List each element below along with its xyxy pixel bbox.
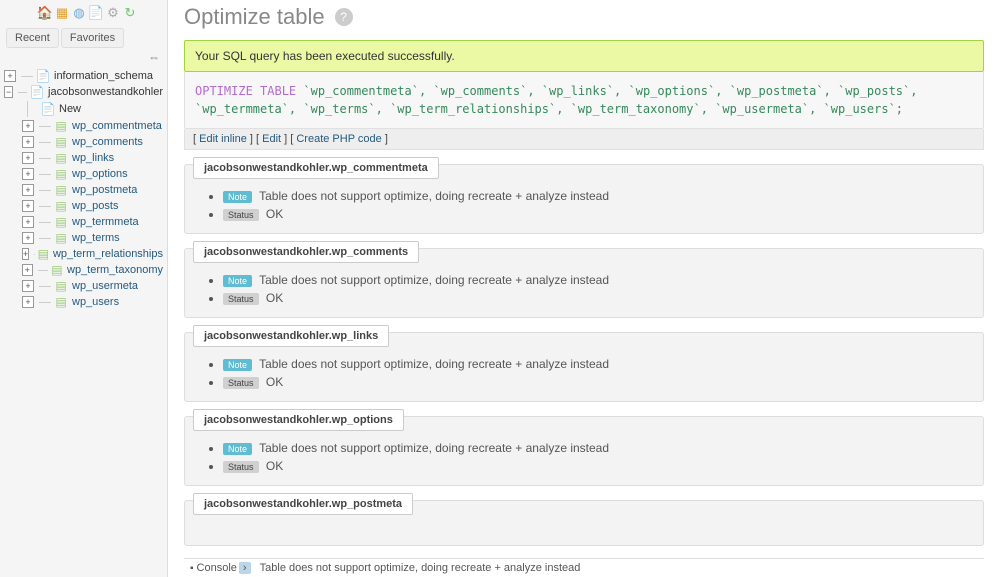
- edit-inline-link[interactable]: Edit inline: [199, 133, 247, 145]
- table-icon: ▤: [38, 247, 49, 261]
- table-item[interactable]: wp_termmeta: [72, 216, 139, 228]
- result-panel: jacobsonwestandkohler.wp_commentsNote Ta…: [184, 248, 984, 318]
- collapse-toggle[interactable]: ⇔: [0, 48, 167, 66]
- table-icon: ▤: [54, 183, 68, 197]
- result-note: Note Table does not support optimize, do…: [223, 439, 973, 457]
- panel-title: jacobsonwestandkohler.wp_postmeta: [193, 493, 413, 515]
- table-icon: ▤: [54, 295, 68, 309]
- panel-title: jacobsonwestandkohler.wp_commentmeta: [193, 157, 439, 179]
- table-icon: ▤: [54, 135, 68, 149]
- main-content: Optimize table ? Your SQL query has been…: [168, 0, 1000, 577]
- panel-title: jacobsonwestandkohler.wp_comments: [193, 241, 419, 263]
- tab-recent[interactable]: Recent: [6, 28, 59, 48]
- status-badge: Status: [223, 209, 259, 221]
- result-note: Note Table does not support optimize, do…: [223, 271, 973, 289]
- page-title: Optimize table ?: [184, 0, 984, 40]
- status-badge: Status: [223, 461, 259, 473]
- expand-icon[interactable]: +: [22, 120, 34, 132]
- db-icon: 📄: [30, 85, 44, 99]
- table-item[interactable]: wp_terms: [72, 232, 120, 244]
- result-status: Status OK: [223, 289, 973, 307]
- db-item-information-schema[interactable]: information_schema: [54, 70, 153, 82]
- table-icon: ▤: [54, 167, 68, 181]
- result-panel: jacobsonwestandkohler.wp_postmeta: [184, 500, 984, 546]
- result-panel: jacobsonwestandkohler.wp_linksNote Table…: [184, 332, 984, 402]
- expand-icon[interactable]: +: [22, 152, 34, 164]
- table-item[interactable]: wp_usermeta: [72, 280, 138, 292]
- expand-icon[interactable]: +: [22, 136, 34, 148]
- create-php-link[interactable]: Create PHP code: [296, 133, 381, 145]
- home-icon[interactable]: 🏠: [38, 6, 52, 20]
- help-icon[interactable]: ?: [335, 8, 353, 26]
- note-badge: Note: [223, 443, 252, 455]
- expand-icon[interactable]: +: [22, 264, 33, 276]
- table-icon: ▤: [54, 119, 68, 133]
- expand-icon[interactable]: +: [22, 200, 34, 212]
- console-toggle-icon[interactable]: ›: [239, 562, 251, 574]
- collapse-icon[interactable]: −: [4, 86, 13, 98]
- gear-icon[interactable]: ⚙: [106, 6, 120, 20]
- result-status: Status OK: [223, 205, 973, 223]
- new-icon: 📄: [41, 102, 55, 116]
- db-item-jacobson[interactable]: jacobsonwestandkohler: [48, 86, 163, 98]
- expand-icon[interactable]: +: [22, 168, 34, 180]
- table-icon: ▤: [54, 231, 68, 245]
- expand-icon[interactable]: +: [22, 232, 34, 244]
- sql-icon[interactable]: ▦: [55, 6, 69, 20]
- db-icon: 📄: [36, 69, 50, 83]
- result-status: Status OK: [223, 373, 973, 391]
- table-icon: ▤: [54, 199, 68, 213]
- table-item[interactable]: wp_posts: [72, 200, 118, 212]
- query-actions: [ Edit inline ] [ Edit ] [ Create PHP co…: [184, 129, 984, 150]
- result-panel: jacobsonwestandkohler.wp_optionsNote Tab…: [184, 416, 984, 486]
- result-note: Note Table does not support optimize, do…: [223, 355, 973, 373]
- table-item[interactable]: wp_links: [72, 152, 114, 164]
- result-status: Status OK: [223, 457, 973, 475]
- console-bar[interactable]: ▪Console› Table does not support optimiz…: [184, 558, 984, 577]
- note-badge: Note: [223, 359, 252, 371]
- table-item[interactable]: wp_options: [72, 168, 128, 180]
- refresh-icon[interactable]: ↻: [123, 6, 137, 20]
- tab-favorites[interactable]: Favorites: [61, 28, 124, 48]
- database-tree: + 📄 information_schema − 📄 jacobsonwesta…: [0, 66, 167, 577]
- tree-new[interactable]: New: [59, 103, 81, 115]
- success-message: Your SQL query has been executed success…: [184, 40, 984, 72]
- expand-icon[interactable]: +: [22, 296, 34, 308]
- result-note: Note Table does not support optimize, do…: [223, 187, 973, 205]
- expand-icon[interactable]: +: [4, 70, 16, 82]
- panel-title: jacobsonwestandkohler.wp_options: [193, 409, 404, 431]
- status-badge: Status: [223, 293, 259, 305]
- table-icon: ▤: [54, 215, 68, 229]
- table-item[interactable]: wp_postmeta: [72, 184, 137, 196]
- sidebar-toolbar: 🏠 ▦ ◍ 📄 ⚙ ↻: [0, 6, 167, 26]
- sidebar: 🏠 ▦ ◍ 📄 ⚙ ↻ Recent Favorites ⇔ + 📄 infor…: [0, 0, 168, 577]
- status-badge: Status: [223, 377, 259, 389]
- expand-icon[interactable]: +: [22, 216, 34, 228]
- expand-icon[interactable]: +: [22, 280, 34, 292]
- sql-query: OPTIMIZE TABLE `wp_commentmeta`, `wp_com…: [184, 72, 984, 129]
- table-icon: ▤: [54, 151, 68, 165]
- expand-icon[interactable]: +: [22, 248, 29, 260]
- result-panel: jacobsonwestandkohler.wp_commentmetaNote…: [184, 164, 984, 234]
- table-item[interactable]: wp_comments: [72, 136, 143, 148]
- note-badge: Note: [223, 191, 252, 203]
- note-badge: Note: [223, 275, 252, 287]
- table-item[interactable]: wp_commentmeta: [72, 120, 162, 132]
- table-icon: ▤: [51, 263, 63, 277]
- globe-icon[interactable]: ◍: [72, 6, 86, 20]
- panel-title: jacobsonwestandkohler.wp_links: [193, 325, 389, 347]
- console-icon: ▪: [190, 563, 194, 574]
- table-icon: ▤: [54, 279, 68, 293]
- table-item[interactable]: wp_term_relationships: [53, 248, 163, 260]
- table-item[interactable]: wp_term_taxonomy: [67, 264, 163, 276]
- expand-icon[interactable]: +: [22, 184, 34, 196]
- doc-icon[interactable]: 📄: [89, 6, 103, 20]
- edit-link[interactable]: Edit: [262, 133, 281, 145]
- table-item[interactable]: wp_users: [72, 296, 119, 308]
